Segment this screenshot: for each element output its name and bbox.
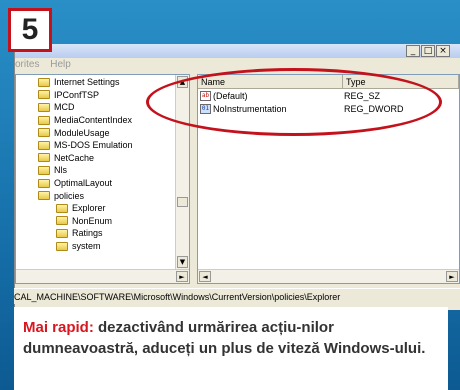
tree-item-label: NonEnum: [72, 215, 113, 226]
tree-item-label: MCD: [54, 102, 75, 113]
highlight-ellipse: [146, 68, 442, 136]
scroll-right-arrow-icon[interactable]: ►: [446, 271, 458, 282]
tree-item[interactable]: Nls: [16, 164, 175, 177]
folder-icon: [38, 165, 50, 175]
tree-item-label: Nls: [54, 165, 67, 176]
menu-favorites[interactable]: orites: [15, 59, 39, 70]
caption-box: Mai rapid: dezactivând urmărirea acțiu-n…: [14, 307, 448, 390]
maximize-button[interactable]: □: [421, 45, 435, 57]
list-horizontal-scrollbar[interactable]: ◄ ►: [198, 269, 459, 283]
tree-item[interactable]: system: [16, 240, 175, 253]
folder-icon: [38, 77, 50, 87]
tree-item-label: NetCache: [54, 152, 95, 163]
status-bar: CAL_MACHINE\SOFTWARE\Microsoft\Windows\C…: [14, 288, 460, 304]
tree-item-label: policies: [54, 190, 85, 201]
tree-item-label: Explorer: [72, 203, 106, 214]
tree-item-label: ModuleUsage: [54, 127, 110, 138]
tree-item-label: IPConfTSP: [54, 89, 100, 100]
folder-icon: [38, 115, 50, 125]
step-number-badge: 5: [8, 8, 52, 52]
folder-icon: [38, 102, 50, 112]
tree-item[interactable]: OptimalLayout: [16, 177, 175, 190]
tree-item-label: Internet Settings: [54, 77, 120, 88]
folder-icon: [56, 241, 68, 251]
tree-item-label: OptimalLayout: [54, 178, 113, 189]
folder-icon: [56, 228, 68, 238]
scroll-thumb[interactable]: [177, 197, 188, 207]
tree-item-label: system: [72, 241, 101, 252]
scroll-left-arrow-icon[interactable]: ◄: [199, 271, 211, 282]
caption-highlight: Mai rapid:: [23, 319, 94, 336]
tree-item-label: MediaContentIndex: [54, 115, 133, 126]
folder-icon: [38, 128, 50, 138]
tree-item[interactable]: Internet Settings: [16, 76, 175, 89]
tree-item[interactable]: Explorer: [16, 202, 175, 215]
tree-item[interactable]: policies: [16, 189, 175, 202]
tree-item[interactable]: ModuleUsage: [16, 126, 175, 139]
menu-help[interactable]: Help: [50, 59, 71, 70]
tree-horizontal-scrollbar[interactable]: ►: [16, 269, 189, 283]
tree-item[interactable]: MS-DOS Emulation: [16, 139, 175, 152]
folder-icon: [38, 140, 50, 150]
tree-item[interactable]: Ratings: [16, 227, 175, 240]
title-bar: _ □ ×: [15, 44, 460, 58]
close-button[interactable]: ×: [436, 45, 450, 57]
folder-icon: [38, 153, 50, 163]
tree-item[interactable]: NonEnum: [16, 215, 175, 228]
tree-item-label: Ratings: [72, 228, 103, 239]
tree-item[interactable]: MediaContentIndex: [16, 114, 175, 127]
folder-icon: [38, 191, 50, 201]
folder-icon: [56, 203, 68, 213]
folder-icon: [38, 90, 50, 100]
folder-icon: [38, 178, 50, 188]
tree-item-label: MS-DOS Emulation: [54, 140, 133, 151]
scroll-right-arrow-icon[interactable]: ►: [176, 271, 188, 282]
minimize-button[interactable]: _: [406, 45, 420, 57]
tree-item[interactable]: NetCache: [16, 152, 175, 165]
scroll-down-arrow-icon[interactable]: ▼: [177, 256, 188, 268]
folder-icon: [56, 216, 68, 226]
